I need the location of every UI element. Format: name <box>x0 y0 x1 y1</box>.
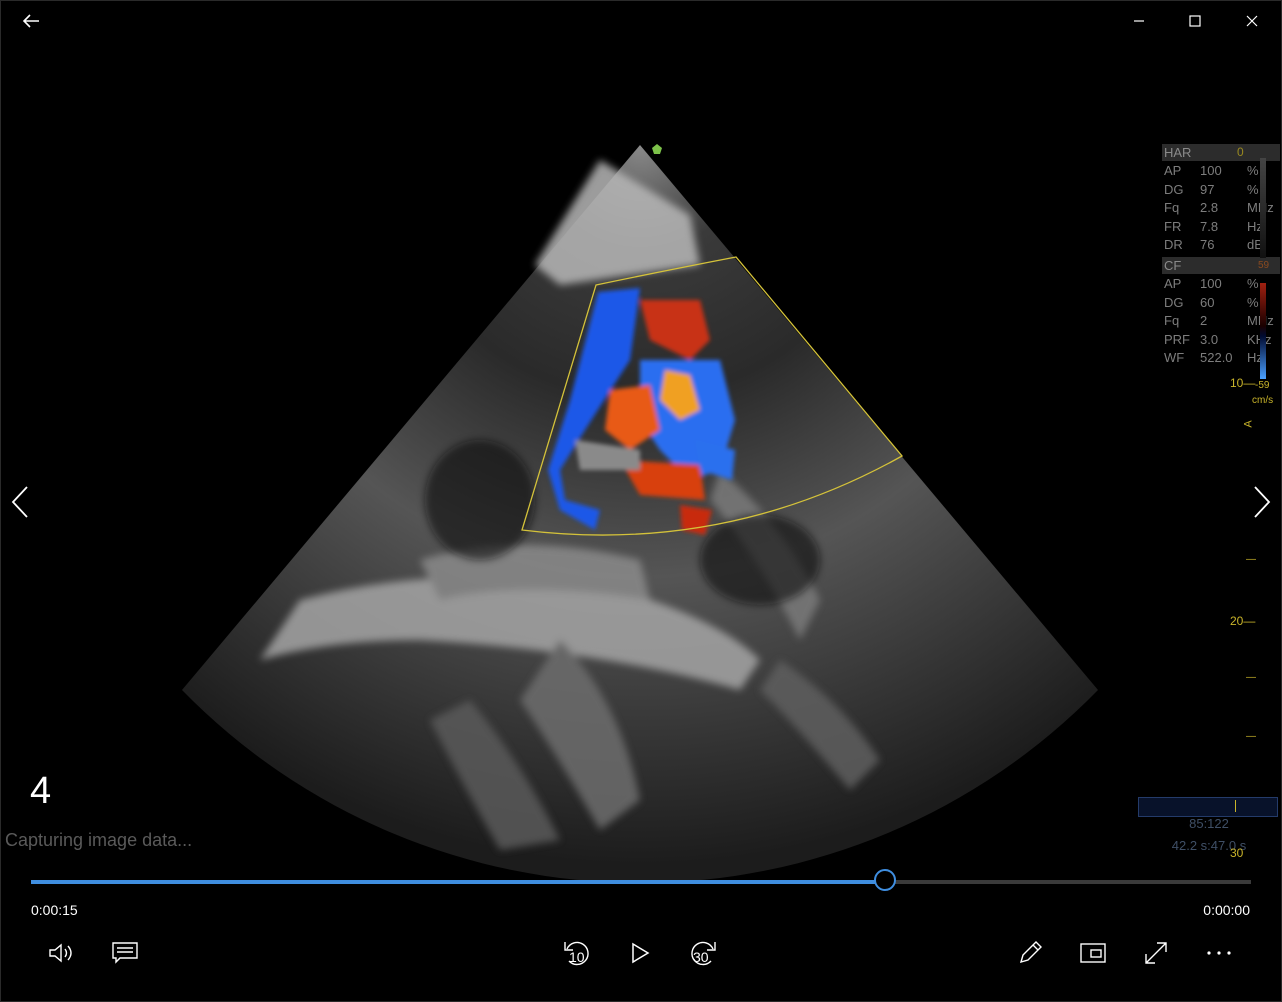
cf-key: AP <box>1164 275 1182 291</box>
skip-back-label: 10 <box>569 949 585 965</box>
cine-loop-bar <box>1138 797 1278 817</box>
previous-button[interactable] <box>5 480 35 524</box>
seek-bar[interactable] <box>31 869 1251 891</box>
cf-value: 60 <box>1200 294 1215 310</box>
frame-number: 4 <box>30 770 52 812</box>
cf-header: CF 59 <box>1162 256 1280 274</box>
cf-value: 100 <box>1200 275 1222 291</box>
seek-bar-thumb[interactable] <box>874 869 896 891</box>
pencil-icon <box>1019 941 1042 964</box>
mini-view-icon <box>1080 943 1106 963</box>
cf-scale-bottom-label: -59 <box>1255 380 1270 391</box>
velocity-units-label: cm/s <box>1252 395 1274 406</box>
skip-forward-button[interactable]: 30 <box>683 935 723 971</box>
play-icon <box>632 942 650 964</box>
seek-bar-progress <box>31 880 885 884</box>
volume-icon <box>49 943 72 963</box>
capturing-status: Capturing image data... <box>5 830 193 850</box>
depth-10-text: 10 <box>1230 376 1244 390</box>
har-value: 97 <box>1200 181 1215 197</box>
har-key: DR <box>1164 237 1183 253</box>
more-button[interactable] <box>1199 935 1239 971</box>
har-key: DG <box>1164 181 1184 197</box>
cf-scale-top-label: 59 <box>1258 259 1270 271</box>
chevron-left-icon <box>11 486 28 518</box>
skip-forward-label: 30 <box>693 949 709 965</box>
cf-value: 3.0 <box>1200 331 1219 347</box>
depth-20-text: 20 <box>1230 614 1244 628</box>
volume-button[interactable] <box>42 935 82 971</box>
depth-tick: — <box>1246 554 1256 565</box>
more-icon <box>1207 951 1231 955</box>
next-button[interactable] <box>1247 480 1277 524</box>
cf-key: PRF <box>1164 331 1190 347</box>
captions-icon <box>112 942 138 964</box>
edit-button[interactable] <box>1010 935 1050 971</box>
probe-orientation-marker <box>652 144 662 154</box>
fullscreen-button[interactable] <box>1136 935 1176 971</box>
play-button[interactable] <box>620 935 660 971</box>
har-key: Fq <box>1164 200 1180 216</box>
cf-value: 2 <box>1200 313 1208 329</box>
captions-button[interactable] <box>105 935 145 971</box>
fullscreen-icon <box>1145 942 1167 964</box>
depth-label-30: 30 <box>1230 846 1244 860</box>
depth-tick: — <box>1246 672 1256 683</box>
cf-key: Fq <box>1164 313 1180 329</box>
remaining-time: 0:00:00 <box>1203 902 1250 918</box>
har-value: 2.8 <box>1200 200 1219 216</box>
cine-time-readout: 42.2 s:47.0 s <box>1171 838 1247 853</box>
ultrasound-image <box>182 144 1098 883</box>
skip-back-button[interactable]: 10 <box>557 935 597 971</box>
depth-label-20: 20— <box>1230 614 1256 628</box>
har-scale-top-label: 0 <box>1237 145 1244 159</box>
mini-view-button[interactable] <box>1073 935 1113 971</box>
depth-marker-a: A <box>1242 420 1255 428</box>
gray-scale-bar <box>1260 158 1266 258</box>
har-value: 76 <box>1200 237 1215 253</box>
chevron-right-icon <box>1254 486 1271 518</box>
cine-ratio: 85:122 <box>1189 816 1229 831</box>
current-time: 0:00:15 <box>31 902 78 918</box>
cf-key: WF <box>1164 350 1185 366</box>
cf-value: 522.0 <box>1200 350 1233 366</box>
har-key: FR <box>1164 218 1182 234</box>
depth-tick: — <box>1246 731 1256 742</box>
har-header-label: HAR <box>1164 145 1192 160</box>
color-scale-bar <box>1260 283 1266 379</box>
har-value: 100 <box>1200 163 1222 178</box>
cf-header-label: CF <box>1164 257 1182 273</box>
cine-marker <box>1235 800 1236 812</box>
depth-label-10: 10— <box>1230 376 1256 390</box>
har-value: 7.8 <box>1200 218 1219 234</box>
cf-key: DG <box>1164 294 1184 310</box>
cine-info: 85:122 42.2 s:47.0 s <box>1140 816 1278 853</box>
har-key: AP <box>1164 163 1182 178</box>
